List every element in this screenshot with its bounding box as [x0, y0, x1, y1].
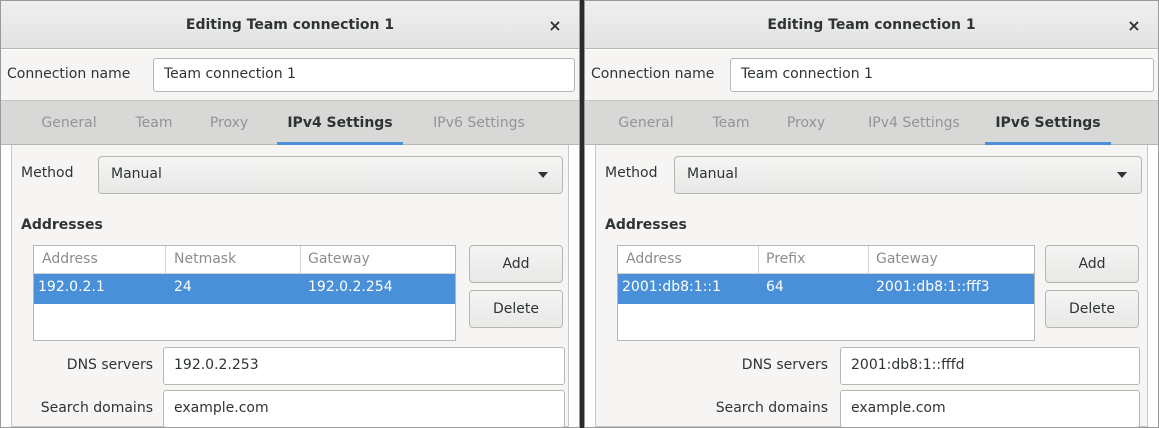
delete-button[interactable]: Delete	[469, 290, 563, 328]
method-dropdown[interactable]: Manual	[674, 156, 1142, 194]
dns-servers-input[interactable]: 2001:db8:1::fffd	[840, 347, 1140, 385]
search-domains-label: Search domains	[715, 400, 828, 416]
method-value: Manual	[687, 166, 738, 182]
connection-name-row: Connection name Team connection 1	[1, 50, 579, 100]
ipv6-dialog: Editing Team connection 1 × Connection n…	[584, 0, 1159, 428]
column-gateway[interactable]: Gateway	[308, 251, 370, 267]
method-value: Manual	[111, 166, 162, 182]
search-domains-label: Search domains	[40, 400, 153, 416]
connection-name-label: Connection name	[7, 66, 131, 82]
tab-general[interactable]: General	[27, 101, 111, 145]
delete-button[interactable]: Delete	[1045, 290, 1139, 328]
add-button[interactable]: Add	[1045, 245, 1139, 283]
cell-gateway[interactable]: 2001:db8:1::fff3	[876, 279, 990, 295]
cell-address[interactable]: 2001:db8:1::1	[622, 279, 721, 295]
column-netmask[interactable]: Netmask	[174, 251, 236, 267]
tab-general[interactable]: General	[604, 101, 688, 145]
column-divider	[868, 246, 869, 274]
column-address[interactable]: Address	[42, 251, 98, 267]
dns-servers-label: DNS servers	[741, 357, 828, 373]
dialog-title: Editing Team connection 1	[185, 16, 395, 33]
search-domains-input[interactable]: example.com	[840, 390, 1140, 427]
tab-ipv4-settings[interactable]: IPv4 Settings	[851, 101, 977, 145]
tab-team[interactable]: Team	[122, 101, 186, 145]
chevron-down-icon	[1117, 172, 1127, 178]
table-row[interactable]: 192.0.2.1 24 192.0.2.254	[34, 274, 455, 304]
addresses-title: Addresses	[21, 217, 103, 233]
dialog-title: Editing Team connection 1	[767, 16, 976, 33]
column-divider	[758, 246, 759, 274]
close-icon[interactable]: ×	[1124, 15, 1144, 35]
close-icon[interactable]: ×	[545, 15, 565, 35]
search-domains-input[interactable]: example.com	[163, 390, 565, 427]
column-address[interactable]: Address	[626, 251, 682, 267]
ipv4-dialog: Editing Team connection 1 × Connection n…	[0, 0, 580, 428]
tab-team[interactable]: Team	[699, 101, 763, 145]
method-label: Method	[605, 165, 658, 181]
column-divider	[300, 246, 301, 274]
tab-proxy[interactable]: Proxy	[197, 101, 261, 145]
dns-servers-label: DNS servers	[66, 357, 153, 373]
table-header: Address Netmask Gateway	[34, 246, 455, 274]
column-gateway[interactable]: Gateway	[876, 251, 938, 267]
method-dropdown[interactable]: Manual	[98, 156, 563, 194]
tab-ipv4-settings[interactable]: IPv4 Settings	[277, 101, 403, 145]
add-button[interactable]: Add	[469, 245, 563, 283]
titlebar: Editing Team connection 1 ×	[1, 1, 579, 49]
tab-proxy[interactable]: Proxy	[774, 101, 838, 145]
tab-bar: General Team Proxy IPv4 Settings IPv6 Se…	[1, 100, 579, 145]
connection-name-input[interactable]: Team connection 1	[730, 58, 1154, 92]
addresses-title: Addresses	[605, 217, 687, 233]
connection-name-label: Connection name	[591, 66, 715, 82]
method-label: Method	[21, 165, 74, 181]
cell-gateway[interactable]: 192.0.2.254	[308, 279, 393, 295]
table-row[interactable]: 2001:db8:1::1 64 2001:db8:1::fff3	[618, 274, 1034, 304]
cell-prefix[interactable]: 64	[766, 279, 784, 295]
tab-ipv6-settings[interactable]: IPv6 Settings	[415, 101, 543, 145]
addresses-table[interactable]: Address Netmask Gateway 192.0.2.1 24 192…	[33, 245, 456, 341]
connection-name-input[interactable]: Team connection 1	[153, 58, 575, 92]
dns-servers-input[interactable]: 192.0.2.253	[163, 347, 565, 385]
column-divider	[165, 246, 166, 274]
addresses-table[interactable]: Address Prefix Gateway 2001:db8:1::1 64 …	[617, 245, 1035, 341]
table-header: Address Prefix Gateway	[618, 246, 1034, 274]
tab-ipv6-settings[interactable]: IPv6 Settings	[985, 101, 1111, 145]
tab-bar: General Team Proxy IPv4 Settings IPv6 Se…	[585, 100, 1158, 145]
cell-netmask[interactable]: 24	[174, 279, 192, 295]
chevron-down-icon	[538, 172, 548, 178]
connection-name-row: Connection name Team connection 1	[585, 50, 1158, 100]
cell-address[interactable]: 192.0.2.1	[38, 279, 105, 295]
column-prefix[interactable]: Prefix	[766, 251, 805, 267]
titlebar: Editing Team connection 1 ×	[585, 1, 1158, 49]
